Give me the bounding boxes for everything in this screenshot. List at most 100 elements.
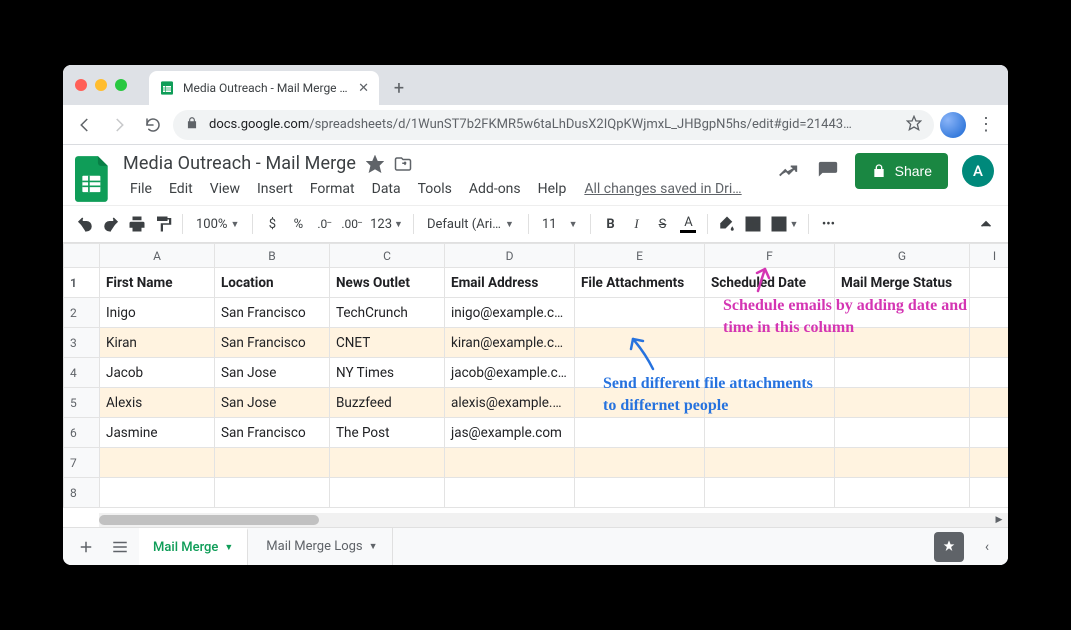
cell[interactable]: Kiran	[100, 328, 215, 358]
cell[interactable]: Inigo	[100, 298, 215, 328]
cell[interactable]	[705, 358, 835, 388]
cell[interactable]: San Francisco	[215, 418, 330, 448]
print-button[interactable]	[125, 211, 149, 237]
borders-button[interactable]	[741, 211, 765, 237]
cell[interactable]	[835, 418, 970, 448]
cell[interactable]	[970, 448, 1009, 478]
zoom-selector[interactable]: 100%▼	[190, 217, 245, 232]
cell[interactable]	[705, 478, 835, 508]
row-header[interactable]: 2	[64, 298, 100, 328]
back-button[interactable]	[71, 111, 99, 139]
cell[interactable]: San Jose	[215, 388, 330, 418]
cell[interactable]	[970, 268, 1009, 298]
cell[interactable]	[835, 328, 970, 358]
cell[interactable]: Buzzfeed	[330, 388, 445, 418]
currency-button[interactable]: $	[260, 211, 284, 237]
bookmark-star-icon[interactable]	[906, 115, 922, 135]
move-document-icon[interactable]	[394, 155, 412, 173]
cell[interactable]: News Outlet	[330, 268, 445, 298]
text-color-button[interactable]: A	[676, 211, 700, 237]
cell[interactable]: File Attachments	[575, 268, 705, 298]
menu-insert[interactable]: Insert	[250, 177, 300, 201]
all-sheets-button[interactable]	[105, 532, 135, 562]
cell[interactable]	[575, 448, 705, 478]
row-header[interactable]: 6	[64, 418, 100, 448]
cell[interactable]	[705, 328, 835, 358]
new-tab-button[interactable]: +	[385, 74, 413, 102]
cell[interactable]: NY Times	[330, 358, 445, 388]
cell[interactable]	[835, 448, 970, 478]
bold-button[interactable]: B	[598, 211, 622, 237]
col-header-d[interactable]: D	[445, 244, 575, 268]
side-panel-toggle[interactable]: ‹	[974, 539, 1000, 555]
italic-button[interactable]: I	[624, 211, 648, 237]
cell[interactable]: Email Address	[445, 268, 575, 298]
cell[interactable]: Mail Merge Status	[835, 268, 970, 298]
select-all-corner[interactable]	[64, 244, 100, 268]
undo-button[interactable]	[73, 211, 97, 237]
paint-format-button[interactable]	[151, 211, 175, 237]
col-header-b[interactable]: B	[215, 244, 330, 268]
window-zoom-button[interactable]	[115, 79, 127, 91]
cell[interactable]: Scheduled Date	[705, 268, 835, 298]
window-minimize-button[interactable]	[95, 79, 107, 91]
menu-tools[interactable]: Tools	[411, 177, 459, 201]
cell[interactable]: jacob@example.com	[445, 358, 575, 388]
cell[interactable]	[575, 388, 705, 418]
menu-view[interactable]: View	[203, 177, 247, 201]
chrome-profile-avatar[interactable]	[940, 112, 966, 138]
col-header-e[interactable]: E	[575, 244, 705, 268]
cell[interactable]: kiran@example.com	[445, 328, 575, 358]
add-sheet-button[interactable]	[71, 532, 101, 562]
menu-addons[interactable]: Add-ons	[462, 177, 528, 201]
more-toolbar-button[interactable]: •••	[816, 211, 840, 237]
scroll-right-button[interactable]: ▶	[990, 513, 1008, 527]
cell[interactable]	[970, 358, 1009, 388]
cell[interactable]	[575, 298, 705, 328]
cell[interactable]	[970, 298, 1009, 328]
cell[interactable]	[970, 328, 1009, 358]
col-header-f[interactable]: F	[705, 244, 835, 268]
cell[interactable]	[575, 328, 705, 358]
activity-icon[interactable]	[775, 158, 801, 184]
cell[interactable]: Jacob	[100, 358, 215, 388]
cell[interactable]	[835, 298, 970, 328]
explore-button[interactable]	[934, 532, 964, 562]
sheet-tab-mail-merge[interactable]: Mail Merge▼	[139, 528, 248, 565]
cell[interactable]	[575, 358, 705, 388]
cell[interactable]	[705, 298, 835, 328]
redo-button[interactable]	[99, 211, 123, 237]
cell[interactable]: The Post	[330, 418, 445, 448]
cell[interactable]: Location	[215, 268, 330, 298]
cell[interactable]	[970, 388, 1009, 418]
row-header[interactable]: 5	[64, 388, 100, 418]
cell[interactable]	[835, 478, 970, 508]
menu-help[interactable]: Help	[531, 177, 574, 201]
star-document-icon[interactable]	[366, 155, 384, 173]
cell[interactable]: inigo@example.com	[445, 298, 575, 328]
cell[interactable]	[330, 448, 445, 478]
cell[interactable]	[705, 448, 835, 478]
chrome-menu-button[interactable]: ⋮	[972, 114, 1000, 135]
fill-color-button[interactable]	[715, 211, 739, 237]
cell[interactable]: San Francisco	[215, 298, 330, 328]
cell[interactable]: Alexis	[100, 388, 215, 418]
font-size-selector[interactable]: 11▼	[536, 217, 584, 232]
reload-button[interactable]	[139, 111, 167, 139]
merge-cells-button[interactable]: ▼	[767, 211, 801, 237]
row-header[interactable]: 4	[64, 358, 100, 388]
account-avatar[interactable]: A	[962, 155, 994, 187]
col-header-c[interactable]: C	[330, 244, 445, 268]
cell[interactable]	[970, 418, 1009, 448]
cell[interactable]: San Francisco	[215, 328, 330, 358]
increase-decimal-button[interactable]: .00_	[338, 211, 365, 237]
row-header[interactable]: 8	[64, 478, 100, 508]
menu-format[interactable]: Format	[303, 177, 362, 201]
percent-button[interactable]: %	[286, 211, 310, 237]
save-status[interactable]: All changes saved in Dri…	[584, 181, 741, 197]
address-bar[interactable]: docs.google.com/spreadsheets/d/1WunST7b2…	[173, 110, 934, 140]
menu-edit[interactable]: Edit	[162, 177, 200, 201]
forward-button[interactable]	[105, 111, 133, 139]
browser-tab[interactable]: Media Outreach - Mail Merge - G ✕	[149, 71, 379, 105]
decrease-decimal-button[interactable]: .0_	[312, 211, 336, 237]
